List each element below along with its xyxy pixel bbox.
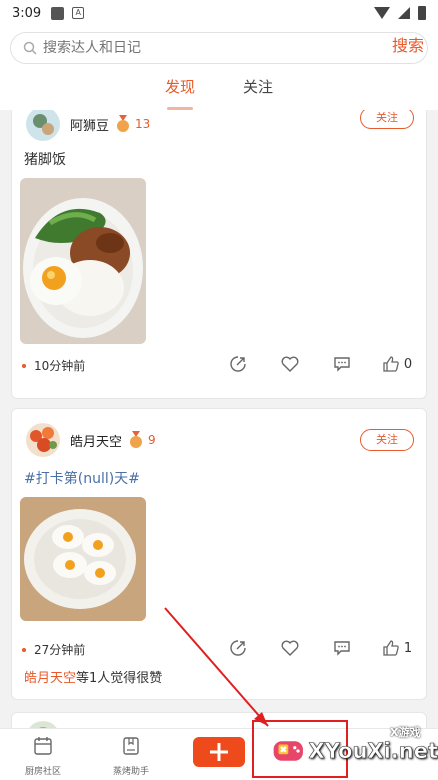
watermark-small: X游戏: [390, 726, 421, 739]
annotation-arrow: [164, 607, 269, 727]
gamepad-logo-icon: [273, 741, 303, 761]
watermark-text: XYouXi.net: [308, 739, 438, 764]
